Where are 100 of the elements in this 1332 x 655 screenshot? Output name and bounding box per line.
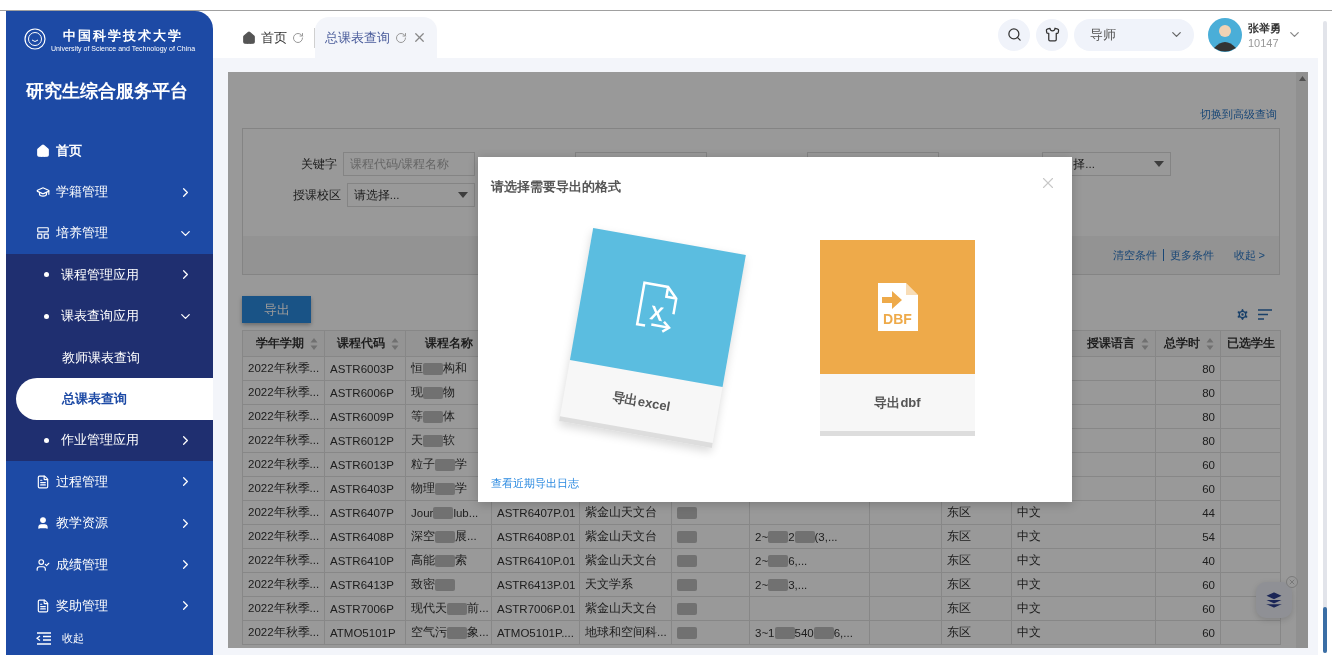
- blurred-text: [435, 530, 455, 543]
- table-cell-text: 2~: [755, 578, 769, 591]
- scrollbar[interactable]: [1296, 72, 1308, 648]
- table-cell-text: ASTR6003P: [330, 362, 394, 375]
- blurred-text: [435, 578, 455, 591]
- dismiss-button[interactable]: [1286, 576, 1298, 588]
- table-cell-text: 现代天: [411, 601, 447, 616]
- caret-icon: [458, 192, 468, 198]
- table-cell-text: 现: [411, 385, 423, 400]
- collapse-button[interactable]: 收起: [6, 626, 213, 651]
- home-icon: [242, 30, 256, 45]
- blurred-text: [447, 626, 467, 639]
- settings-icon[interactable]: [1235, 307, 1250, 322]
- blurred-text: [677, 626, 697, 639]
- table-cell-text: 54: [1202, 530, 1215, 543]
- table-cell-text: 物: [443, 385, 455, 400]
- refresh-icon[interactable]: [292, 31, 304, 44]
- menu-item[interactable]: 过程管理: [6, 461, 213, 503]
- user-id: 10147: [1248, 36, 1280, 49]
- menu-item[interactable]: 作业管理应用: [6, 419, 213, 462]
- bullet-icon: [44, 313, 49, 319]
- shirt-icon: [1044, 27, 1060, 42]
- menu-item[interactable]: 课表查询应用: [6, 295, 213, 337]
- avatar[interactable]: [1208, 17, 1242, 52]
- sort-icon[interactable]: [310, 336, 318, 351]
- blurred-text: [768, 530, 789, 543]
- table-cell-text: 2~: [755, 530, 769, 543]
- table-cell-text: 象...: [467, 625, 489, 640]
- table-cell-text: 80: [1202, 434, 1215, 447]
- blurred-text: [435, 554, 455, 567]
- menu-item[interactable]: 总课表查询: [16, 378, 213, 420]
- menu-item[interactable]: 培养管理: [6, 212, 213, 255]
- table-cell-text: 44: [1202, 506, 1215, 519]
- menu-item[interactable]: 教师课表查询: [6, 336, 213, 379]
- table-cell-text: 2022年秋季...: [248, 530, 320, 542]
- emblem-icon: [23, 28, 46, 50]
- table-cell-text: 2022年秋季...: [248, 554, 320, 566]
- blurred-text: [813, 626, 834, 639]
- export-format-card[interactable]: DBF 导出dbf: [820, 240, 975, 436]
- table-cell-text: 2022年秋季...: [248, 386, 320, 398]
- table-cell-text: 展...: [455, 529, 477, 544]
- table-cell-text: 2022年秋季...: [248, 602, 320, 614]
- table-cell-text: 深空: [411, 529, 435, 544]
- menu-item[interactable]: 首页: [6, 130, 213, 172]
- select-field[interactable]: 请选择...: [346, 183, 475, 207]
- table-cell-text: 2022年秋季...: [248, 506, 320, 518]
- table-cell-text: 2022年秋季...: [248, 626, 320, 638]
- collapse-icon: [36, 632, 52, 646]
- table-cell-text: 60: [1202, 458, 1215, 471]
- export-log-link[interactable]: 查看近期导出日志: [491, 476, 579, 491]
- table-cell-text: ASTR6413P: [330, 578, 394, 591]
- layers-icon: [1264, 590, 1284, 610]
- table-cell-text: ASTR6408P.01: [497, 530, 576, 543]
- table-cell-text: 前...: [467, 601, 489, 616]
- table-cell-text: 40: [1202, 554, 1215, 567]
- table-cell-text: 6,...: [788, 554, 808, 567]
- table-cell-text: 等: [411, 409, 423, 424]
- search-button[interactable]: [998, 18, 1030, 51]
- graduation-cap-icon: [36, 185, 50, 200]
- page-tab[interactable]: 首页: [232, 17, 314, 58]
- close-icon[interactable]: [412, 30, 427, 45]
- table-cell-text: 2022年秋季...: [248, 458, 320, 470]
- sort-icon[interactable]: [1206, 336, 1214, 351]
- layout-icon: [36, 226, 50, 241]
- sort-icon[interactable]: [1141, 336, 1149, 351]
- user-name: 张举勇: [1248, 20, 1281, 36]
- blurred-text: [423, 434, 443, 447]
- table-cell-text: 紫金山天文台: [585, 602, 657, 614]
- table-cell-text: 6,...: [833, 626, 853, 639]
- table-cell-text: 2022年秋季...: [248, 362, 320, 374]
- advanced-search-link[interactable]: 切换到高级查询: [1200, 107, 1277, 122]
- menu-item[interactable]: 成绩管理: [6, 543, 213, 586]
- role-select[interactable]: 导师: [1074, 18, 1194, 51]
- table-cell-text: 东区: [947, 578, 971, 590]
- menu-item[interactable]: 学籍管理: [6, 171, 213, 213]
- table-cell-text: 2022年秋季...: [248, 434, 320, 446]
- close-icon: [1288, 578, 1296, 586]
- sort-icon[interactable]: [391, 336, 399, 351]
- scroll-up-icon[interactable]: [1298, 76, 1306, 81]
- export-format-card[interactable]: X 导出excel: [559, 228, 746, 448]
- table-cell-text: 中文: [1017, 626, 1041, 638]
- table-cell-text: ASTR6013P: [330, 458, 394, 471]
- table-cell-text: 中文: [1017, 530, 1041, 542]
- layers-button[interactable]: [1256, 582, 1292, 618]
- table-cell-text: 东区: [947, 602, 971, 614]
- table-cell-text: ASTR6009P: [330, 410, 394, 423]
- sort-lines-icon[interactable]: [1258, 309, 1272, 320]
- table-cell-text: 高能: [411, 553, 435, 568]
- blurred-text: [677, 578, 697, 591]
- menu-item[interactable]: 教学资源: [6, 502, 213, 544]
- page-tab[interactable]: 总课表查询: [315, 17, 437, 58]
- table-cell-text: ASTR7006P: [330, 602, 394, 615]
- table-cell-text: ASTR6012P: [330, 434, 394, 447]
- table-cell-text: lub...: [453, 506, 479, 519]
- table-cell-text: 中文: [1017, 554, 1041, 566]
- menu-item[interactable]: 课程管理应用: [6, 254, 213, 296]
- refresh-icon[interactable]: [395, 31, 407, 44]
- scrollbar-thumb[interactable]: [1323, 607, 1327, 653]
- menu-item[interactable]: 奖助管理: [6, 585, 213, 627]
- theme-button[interactable]: [1036, 18, 1068, 51]
